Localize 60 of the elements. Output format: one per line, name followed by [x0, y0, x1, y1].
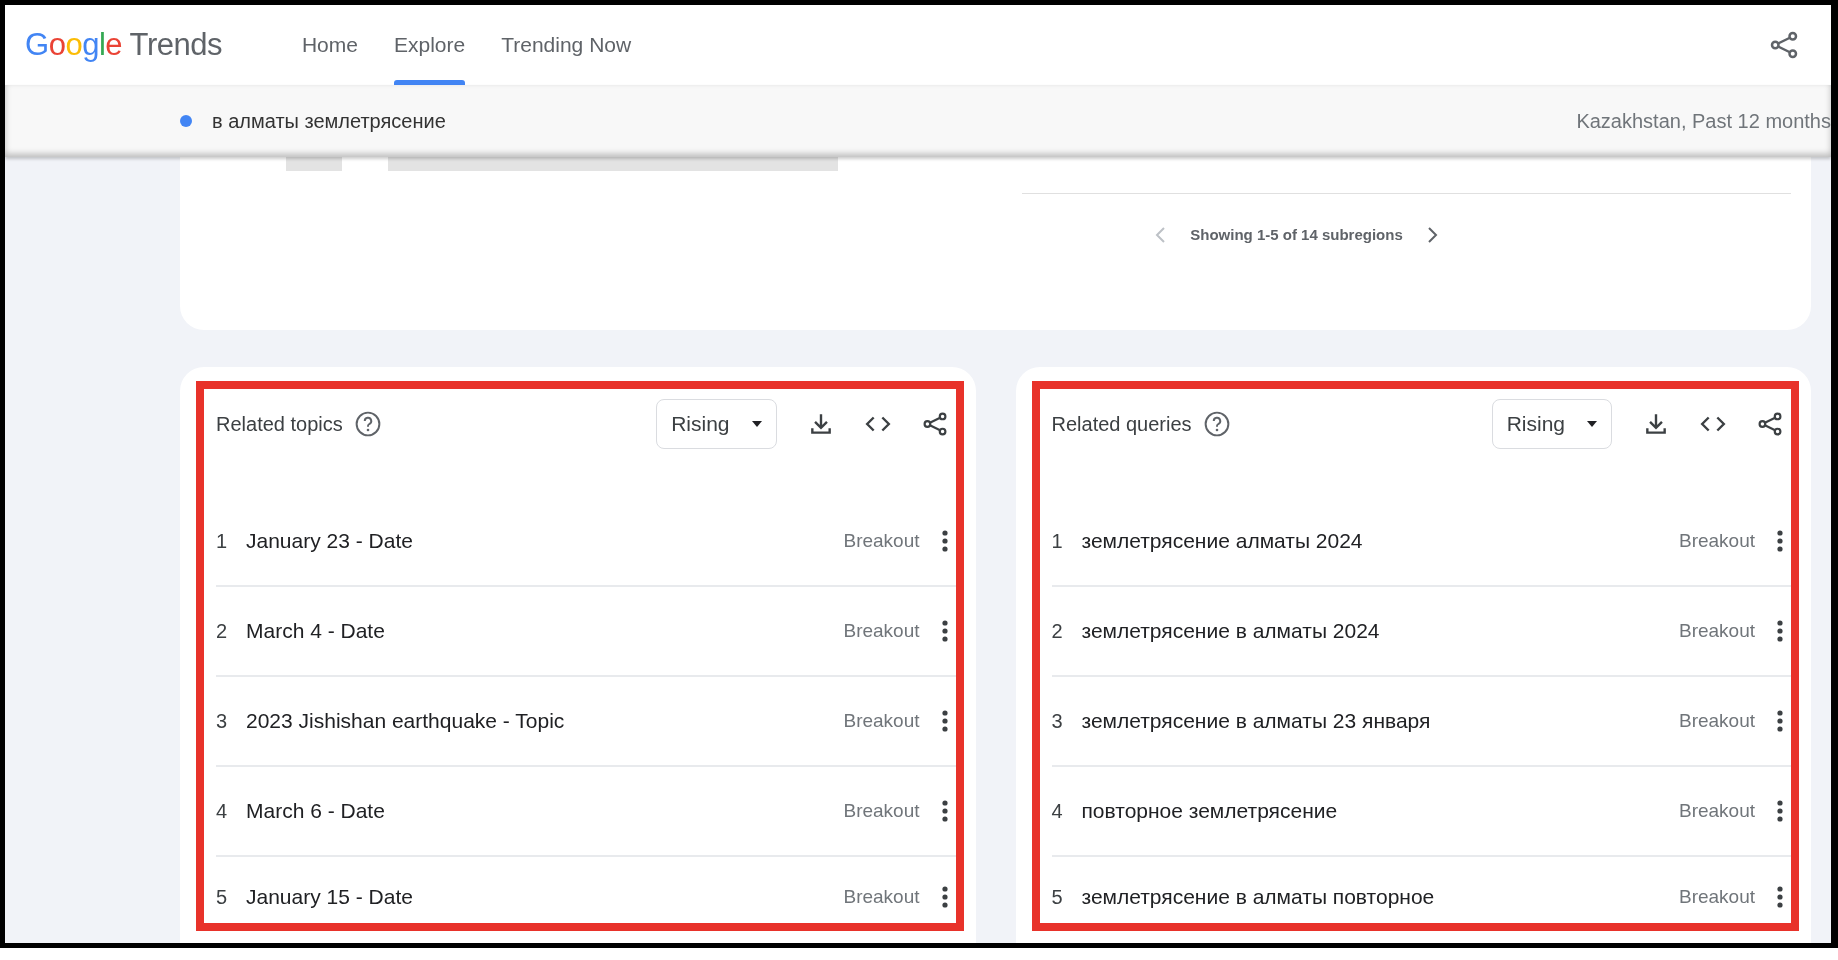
rank-number: 4 — [1051, 799, 1064, 824]
panel-title: Related topics — [216, 412, 343, 437]
more-icon[interactable] — [941, 619, 948, 643]
list-item-link[interactable]: землетрясение в алматы 2024 — [1081, 615, 1380, 647]
rank-number: 2 — [1051, 619, 1064, 644]
rank-number: 4 — [216, 799, 229, 824]
rank-number: 2 — [216, 619, 229, 644]
nav-tab[interactable]: Explore — [380, 5, 480, 85]
breakout-value: Breakout — [1678, 618, 1755, 643]
more-icon[interactable] — [1777, 885, 1783, 909]
download-icon[interactable] — [1643, 411, 1669, 437]
share-icon[interactable] — [1769, 30, 1799, 60]
rank-number: 5 — [1051, 885, 1064, 910]
breakout-value: Breakout — [1678, 884, 1755, 909]
panel-title: Related queries — [1051, 412, 1192, 437]
rank-number: 1 — [216, 529, 229, 554]
more-icon[interactable] — [941, 799, 948, 823]
breakout-value: Breakout — [843, 528, 920, 553]
share-icon[interactable] — [921, 411, 948, 437]
dropdown[interactable]: Rising — [1491, 399, 1612, 449]
app-logo[interactable]: Google Trends — [25, 21, 222, 69]
rank-number: 3 — [216, 709, 229, 734]
list-item-link[interactable]: землетрясение алматы 2024 — [1081, 525, 1363, 557]
share-icon[interactable] — [1757, 411, 1783, 437]
rank-number: 5 — [216, 885, 229, 910]
breakout-value: Breakout — [1678, 798, 1755, 823]
filter-summary: Kazakhstan, Past 12 months — [1576, 109, 1831, 134]
list-item-link[interactable]: повторное землетрясение — [1081, 795, 1338, 827]
list-item-link[interactable]: 2023 Jishishan earthquake - Topic — [246, 705, 565, 737]
breakout-value: Breakout — [843, 708, 920, 733]
breakout-value: Breakout — [843, 798, 920, 823]
more-icon[interactable] — [1777, 619, 1783, 643]
list-item-link[interactable]: землетрясение в алматы 23 января — [1081, 705, 1431, 737]
more-icon[interactable] — [1777, 529, 1783, 553]
pager-text: Showing 1-5 of 14 subregions — [1190, 225, 1403, 245]
map-placeholder — [286, 157, 342, 171]
rank-number: 3 — [1051, 709, 1064, 734]
more-icon[interactable] — [941, 709, 948, 733]
help-icon[interactable] — [354, 411, 381, 437]
caret-icon — [751, 421, 762, 427]
more-icon[interactable] — [1777, 709, 1783, 733]
breakout-value: Breakout — [843, 618, 920, 643]
more-icon[interactable] — [1777, 799, 1783, 823]
more-icon[interactable] — [941, 529, 948, 553]
help-icon[interactable] — [1203, 411, 1230, 437]
list-item-link[interactable]: March 4 - Date — [246, 615, 385, 647]
dropdown[interactable]: Rising — [656, 399, 777, 449]
list-item-link[interactable]: March 6 - Date — [246, 795, 385, 827]
more-icon[interactable] — [941, 885, 948, 909]
list-item-link[interactable]: January 23 - Date — [246, 525, 413, 557]
breakout-value: Breakout — [843, 884, 920, 909]
nav-tab[interactable]: Home — [287, 5, 372, 85]
list-item-link[interactable]: землетрясение в алматы повторное — [1081, 881, 1435, 913]
search-term[interactable]: в алматы землетрясение — [212, 106, 446, 136]
breakout-value: Breakout — [1678, 528, 1755, 553]
rank-number: 1 — [1051, 529, 1064, 554]
list-item-link[interactable]: January 15 - Date — [246, 881, 413, 913]
caret-icon — [1587, 421, 1597, 427]
nav-tab[interactable]: Trending Now — [487, 5, 646, 85]
breakout-value: Breakout — [1678, 708, 1755, 733]
